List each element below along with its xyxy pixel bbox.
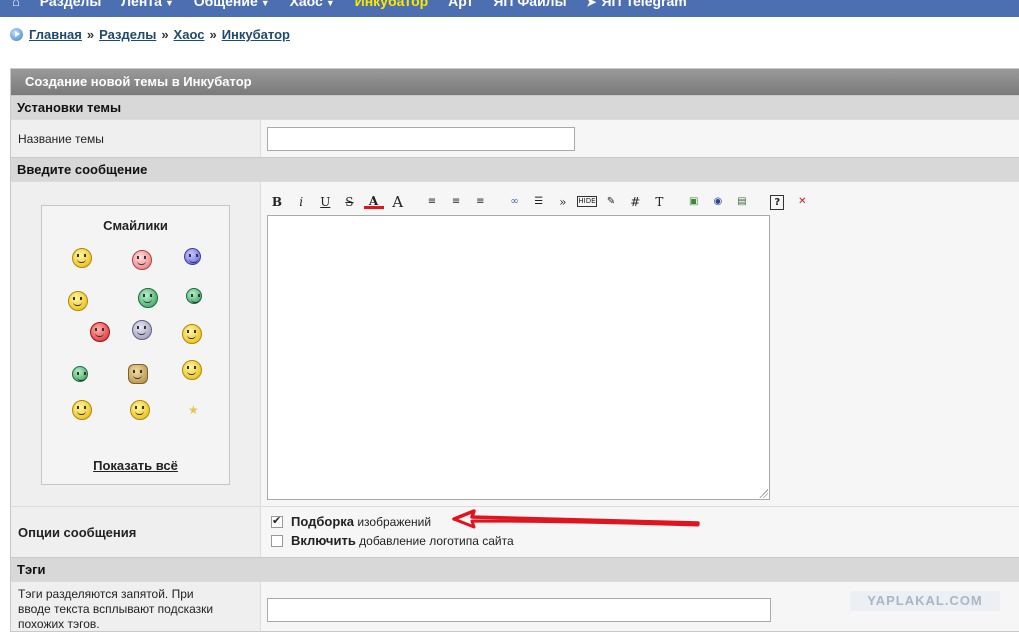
option-gallery-text: изображений [354, 515, 432, 529]
home-icon[interactable]: ⌂ [12, 0, 20, 9]
breadcrumb-separator: » [161, 27, 169, 42]
font-color-button[interactable]: A [363, 193, 384, 209]
smiley-girl-icon[interactable] [182, 360, 202, 380]
edit-icon[interactable]: ✎ [601, 193, 621, 211]
topic-name-label-cell: Название темы [11, 119, 260, 157]
play-circle-icon [10, 28, 23, 41]
smiley-sad-icon[interactable] [184, 248, 201, 265]
breadcrumb-haos[interactable]: Хаос [174, 27, 205, 42]
link-icon[interactable]: ∞ [505, 193, 525, 211]
code-button[interactable]: # [625, 193, 645, 211]
smiley-wave-icon[interactable] [186, 288, 202, 304]
breadcrumb-separator: » [209, 27, 217, 42]
align-center-icon[interactable]: ≡ [446, 193, 466, 211]
breadcrumb-home[interactable]: Главная [29, 27, 82, 42]
message-textarea[interactable] [267, 215, 770, 500]
caret-down-icon: ▼ [164, 0, 174, 8]
align-left-icon[interactable]: ≡ [422, 193, 442, 211]
nav-item-lenta[interactable]: Лента ▼ [121, 0, 174, 9]
nav-item-obschenie[interactable]: Общение ▼ [194, 0, 270, 9]
underline-button[interactable]: U [315, 193, 335, 211]
font-size-button[interactable]: A [388, 193, 408, 211]
align-right-icon[interactable]: ≡ [470, 193, 490, 211]
star-icon[interactable] [188, 403, 200, 418]
smiley-dance-icon[interactable] [182, 324, 202, 344]
breadcrumb-separator: » [86, 27, 95, 42]
new-topic-form: Создание новой темы в Инкубатор Установк… [10, 68, 1019, 632]
top-navigation: ⌂ Разделы Лента ▼ Общение ▼ Хаос ▼ Инкубато… [0, 0, 1019, 17]
option-gallery-bold: Подборка [291, 514, 355, 529]
italic-button[interactable]: i [291, 193, 311, 211]
options-label-cell: Опции сообщения [11, 506, 260, 557]
option-logo-bold: Включить [291, 533, 356, 548]
resize-handle-icon[interactable] [759, 489, 768, 498]
bold-button[interactable]: B [267, 193, 287, 211]
breadcrumb: Главная » Разделы » Хаос » Инкубатор [10, 27, 290, 42]
nav-item-inkubator[interactable]: Инкубатор [355, 0, 429, 9]
smiley-shooting-icon[interactable] [90, 322, 110, 342]
smiley-gun-icon[interactable] [138, 288, 158, 308]
list-icon[interactable]: ☰ [529, 193, 549, 211]
caret-down-icon: ▼ [325, 0, 335, 8]
smiley-sick-icon[interactable] [72, 366, 88, 382]
smiley-love-icon[interactable] [132, 250, 152, 270]
gallery-checkbox[interactable] [271, 514, 283, 528]
help-icon[interactable]: ? [770, 195, 785, 210]
smiley-robot-icon[interactable] [132, 320, 152, 340]
close-icon[interactable]: ✕ [792, 193, 812, 211]
video-icon[interactable]: ▤ [732, 193, 752, 211]
text-button[interactable]: T [649, 193, 669, 211]
smiley-clap-icon[interactable] [128, 364, 148, 384]
form-title: Создание новой темы в Инкубатор [11, 69, 1019, 95]
option-logo-text: добавление логотипа сайта [355, 534, 514, 548]
tags-input[interactable] [267, 598, 771, 622]
nav-item-files[interactable]: ЯП Файлы [493, 0, 566, 9]
nav-item-art[interactable]: Арт [448, 0, 473, 9]
topic-name-label: Название темы [18, 132, 104, 146]
smilies-title: Смайлики [103, 218, 168, 233]
smiley-medal-icon[interactable] [72, 400, 92, 420]
option-logo[interactable]: Включить добавление логотипа сайта [271, 533, 514, 548]
annotation-arrow [452, 509, 700, 529]
quote-button[interactable]: » [553, 193, 573, 211]
nav-item-razdely[interactable]: Разделы [40, 0, 102, 9]
show-all-smilies-link[interactable]: Показать всё [42, 458, 229, 473]
settings-section-head: Установки темы [11, 95, 1019, 119]
nav-item-haos[interactable]: Хаос ▼ [290, 0, 335, 9]
editor-toolbar: B i U S A A ≡ ≡ ≡ ∞ ☰ » HIDE ✎ # T ▣ ◉ ▤… [267, 193, 812, 211]
message-section-head: Введите сообщение [11, 157, 1019, 181]
image-icon[interactable]: ▣ [684, 193, 704, 211]
hide-button[interactable]: HIDE [576, 196, 597, 207]
telegram-icon: ➤ [586, 0, 597, 9]
smiley-laugh-icon[interactable] [130, 400, 150, 420]
option-gallery[interactable]: Подборка изображений [271, 514, 431, 529]
nav-item-telegram[interactable]: ➤ ЯП Telegram [586, 0, 686, 9]
smiley-thinking-icon[interactable] [68, 291, 88, 311]
options-label: Опции сообщения [18, 525, 137, 540]
caret-down-icon: ▼ [260, 0, 270, 8]
topic-name-input[interactable] [267, 127, 575, 151]
strike-button[interactable]: S [339, 193, 359, 211]
tags-hint: Тэги разделяются запятой. При вводе текс… [18, 587, 214, 631]
breadcrumb-inkubator[interactable]: Инкубатор [222, 27, 290, 42]
logo-checkbox[interactable] [271, 535, 283, 547]
smiley-cool-icon[interactable] [72, 248, 92, 268]
tags-hint-cell: Тэги разделяются запятой. При вводе текс… [11, 581, 260, 631]
smilies-panel: Смайлики Показать всё [41, 205, 230, 485]
breadcrumb-razdely[interactable]: Разделы [99, 27, 156, 42]
watermark-logo: YAPLAKAL.COM [850, 591, 1000, 611]
tags-section-head: Тэги [11, 557, 1019, 581]
flash-icon[interactable]: ◉ [708, 193, 728, 211]
